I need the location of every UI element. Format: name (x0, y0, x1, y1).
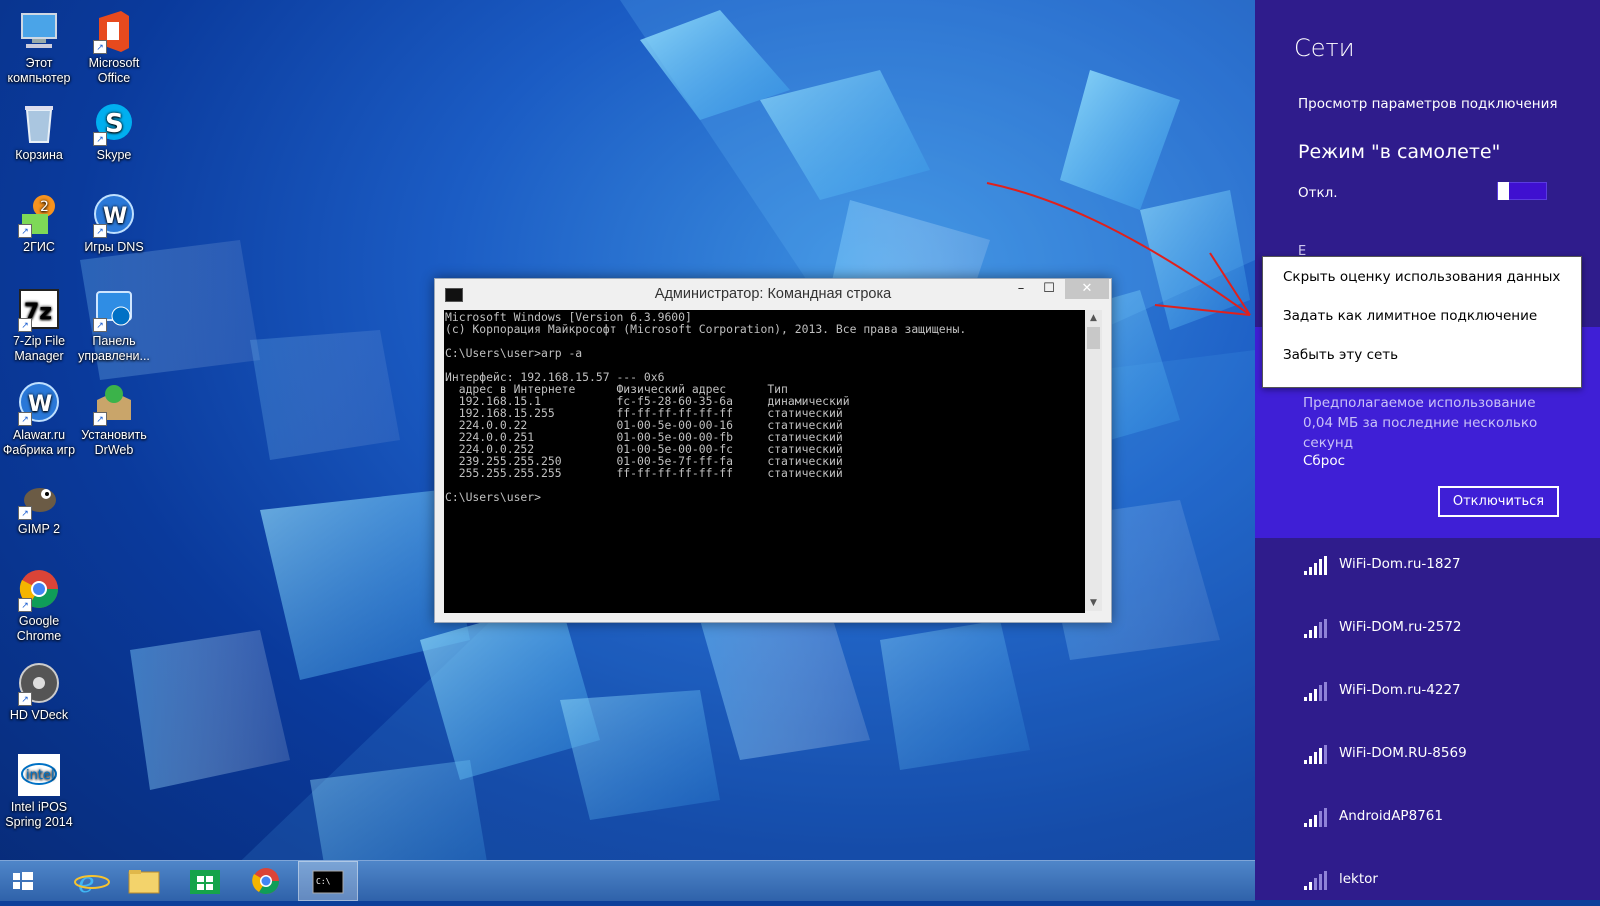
recycle-bin-icon (16, 100, 62, 146)
cmd-console[interactable]: Microsoft Windows [Version 6.3.9600] (c) … (444, 310, 1085, 613)
gimp-icon: ↗ (16, 474, 62, 520)
desktop-icon-7zip[interactable]: 7z ↗ 7-Zip File Manager (0, 286, 78, 364)
cmd-icon: C:\ (312, 870, 344, 894)
chrome-icon (252, 868, 280, 895)
office-icon: ↗ (91, 8, 137, 54)
network-name: AndroidAP8761 (1339, 808, 1443, 824)
airplane-mode-heading: Режим "в самолете" (1298, 141, 1501, 163)
computer-icon (16, 8, 62, 54)
alawar-icon: W ↗ (16, 380, 62, 426)
menu-item-hide-usage[interactable]: Скрыть оценку использования данных (1283, 269, 1560, 285)
intel-icon: intel (16, 752, 62, 798)
taskbar-cmd[interactable]: C:\ (298, 861, 358, 901)
airplane-mode-toggle[interactable] (1497, 182, 1547, 200)
2gis-icon: 2 ↗ (16, 192, 62, 238)
network-context-menu: Скрыть оценку использования данных Задат… (1262, 256, 1582, 388)
windows-start-icon (13, 872, 33, 890)
desktop-icon-recycle-bin[interactable]: Корзина (0, 100, 78, 163)
desktop-icon-alawar[interactable]: W ↗ Alawar.ru Фабрика игр (0, 380, 78, 458)
console-line: C:\Users\user>arp -a (445, 346, 583, 360)
desktop-icon-dns-games[interactable]: W ↗ Игры DNS (75, 192, 153, 255)
wifi-signal-icon (1304, 556, 1327, 575)
disconnect-button[interactable]: Отключиться (1438, 486, 1559, 517)
desktop-icon-intel-ipos[interactable]: intel Intel iPOS Spring 2014 (0, 752, 78, 830)
desktop-icon-skype[interactable]: S ↗ Skype (75, 100, 153, 163)
drweb-icon: ↗ (91, 380, 137, 426)
desktop-icon-gimp[interactable]: ↗ GIMP 2 (0, 474, 78, 537)
wifi-signal-icon (1304, 619, 1327, 638)
file-explorer-icon (128, 870, 160, 894)
internet-explorer-icon: e (74, 866, 110, 899)
start-button[interactable] (0, 861, 60, 901)
store-icon (190, 870, 220, 894)
desktop-icon-drweb[interactable]: ↗ Установить DrWeb (75, 380, 153, 458)
svg-text:intel: intel (26, 768, 55, 783)
taskbar: e C:\ (0, 860, 1255, 901)
desktop-icon-control-panel[interactable]: ↗ Панель управлени... (75, 286, 153, 364)
desktop-icon-2gis[interactable]: 2 ↗ 2ГИС (0, 192, 78, 255)
taskbar-ie[interactable]: e (62, 861, 122, 901)
svg-text:S: S (105, 109, 124, 139)
svg-text:C:\: C:\ (316, 877, 331, 886)
skype-icon: S ↗ (91, 100, 137, 146)
wifi-signal-icon (1304, 745, 1327, 764)
svg-text:2: 2 (40, 199, 49, 215)
menu-item-forget-network[interactable]: Забыть эту сеть (1283, 347, 1398, 363)
desktop-icon-hd-vdeck[interactable]: ↗ HD VDeck (0, 660, 78, 723)
console-line: 255.255.255.255 ff-ff-ff-ff-ff-ff статич… (445, 466, 843, 480)
desktop-icon-microsoft-office[interactable]: ↗ Microsoft Office (75, 8, 153, 86)
toggle-knob (1498, 182, 1509, 200)
view-connection-settings-link[interactable]: Просмотр параметров подключения (1298, 96, 1558, 112)
7zip-icon: 7z ↗ (16, 286, 62, 332)
dns-games-icon: W ↗ (91, 192, 137, 238)
networks-charm: Сети Просмотр параметров подключения Реж… (1255, 0, 1600, 900)
taskbar-store[interactable] (176, 861, 236, 901)
reset-usage-link[interactable]: Сброс (1303, 453, 1345, 469)
network-name: WiFi-DOM.RU-8569 (1339, 745, 1467, 761)
network-name: WiFi-Dom.ru-4227 (1339, 682, 1461, 698)
scroll-thumb[interactable] (1087, 327, 1100, 349)
airplane-mode-state: Откл. (1298, 185, 1338, 201)
network-name: lektor (1339, 871, 1378, 887)
hd-vdeck-icon: ↗ (16, 660, 62, 706)
cmd-window[interactable]: Администратор: Командная строка – ☐ ✕ Mi… (434, 278, 1112, 623)
control-panel-icon: ↗ (91, 286, 137, 332)
wifi-signal-icon (1304, 682, 1327, 701)
wifi-signal-icon (1304, 808, 1327, 827)
taskbar-chrome[interactable] (236, 861, 296, 901)
desktop-icon-this-pc[interactable]: Этот компьютер (0, 8, 78, 86)
desktop-icon-chrome[interactable]: ↗ Google Chrome (0, 566, 78, 644)
data-usage-text: Предполагаемое использование 0,04 МБ за … (1303, 395, 1538, 451)
menu-item-set-metered[interactable]: Задать как лимитное подключение (1283, 308, 1537, 324)
charm-title: Сети (1294, 34, 1355, 62)
wifi-signal-icon (1304, 871, 1327, 890)
chrome-icon: ↗ (16, 566, 62, 612)
annotation-arrow (986, 182, 1251, 316)
taskbar-file-explorer[interactable] (114, 861, 174, 901)
network-name: WiFi-Dom.ru-1827 (1339, 556, 1461, 572)
svg-text:e: e (78, 866, 95, 899)
scroll-down-icon[interactable]: ▼ (1085, 595, 1102, 611)
cmd-scrollbar[interactable]: ▲ ▼ (1085, 310, 1102, 611)
network-name: WiFi-DOM.ru-2572 (1339, 619, 1462, 635)
console-line: C:\Users\user> (445, 490, 542, 504)
